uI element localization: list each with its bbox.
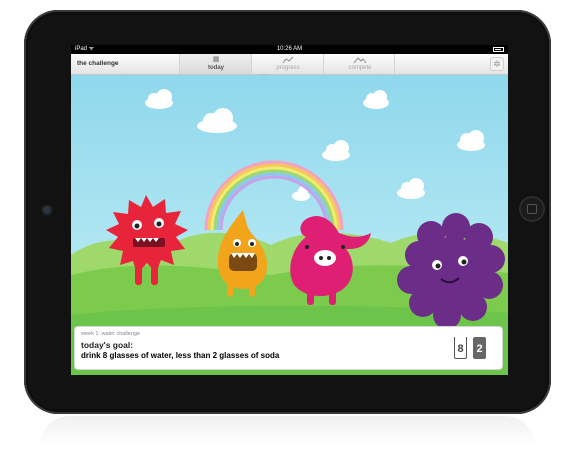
tab-progress[interactable]: progress bbox=[251, 54, 323, 74]
goal-title: today's goal: bbox=[81, 340, 134, 350]
calendar-icon: ▦ bbox=[212, 56, 220, 63]
soda-can-counter[interactable]: 2 bbox=[473, 337, 486, 359]
tab-label: compete bbox=[348, 65, 372, 71]
app-title: the challenge bbox=[77, 60, 119, 67]
battery-icon bbox=[493, 47, 504, 52]
home-button[interactable] bbox=[519, 196, 545, 222]
settings-button[interactable]: ✲ bbox=[490, 57, 504, 71]
line-chart-icon bbox=[252, 56, 324, 64]
front-camera bbox=[43, 206, 51, 214]
tab-label: today bbox=[207, 65, 224, 71]
tab-compete[interactable]: compete bbox=[323, 54, 395, 74]
week-label: week 1: water challenge bbox=[81, 331, 141, 337]
gear-icon: ✲ bbox=[493, 59, 501, 69]
tab-label: progress bbox=[276, 65, 300, 71]
goal-panel: week 1: water challenge today's goal: dr… bbox=[75, 327, 502, 369]
status-bar: iPad ᯤ 10:26 AM bbox=[71, 45, 508, 54]
water-glass-counter[interactable]: 8 bbox=[454, 337, 467, 359]
status-time: 10:26 AM bbox=[276, 46, 303, 52]
goal-text: drink 8 glasses of water, less than 2 gl… bbox=[81, 351, 280, 360]
water-count: 8 bbox=[457, 343, 464, 355]
mountains-icon bbox=[324, 56, 396, 64]
nav-bar: the challenge ▦ today progress compete ✲ bbox=[71, 54, 508, 75]
tab-today[interactable]: ▦ today bbox=[179, 54, 251, 74]
soda-count: 2 bbox=[476, 343, 483, 355]
device-reflection bbox=[40, 416, 535, 446]
screen: iPad ᯤ 10:26 AM the challenge ▦ today pr… bbox=[71, 45, 508, 375]
